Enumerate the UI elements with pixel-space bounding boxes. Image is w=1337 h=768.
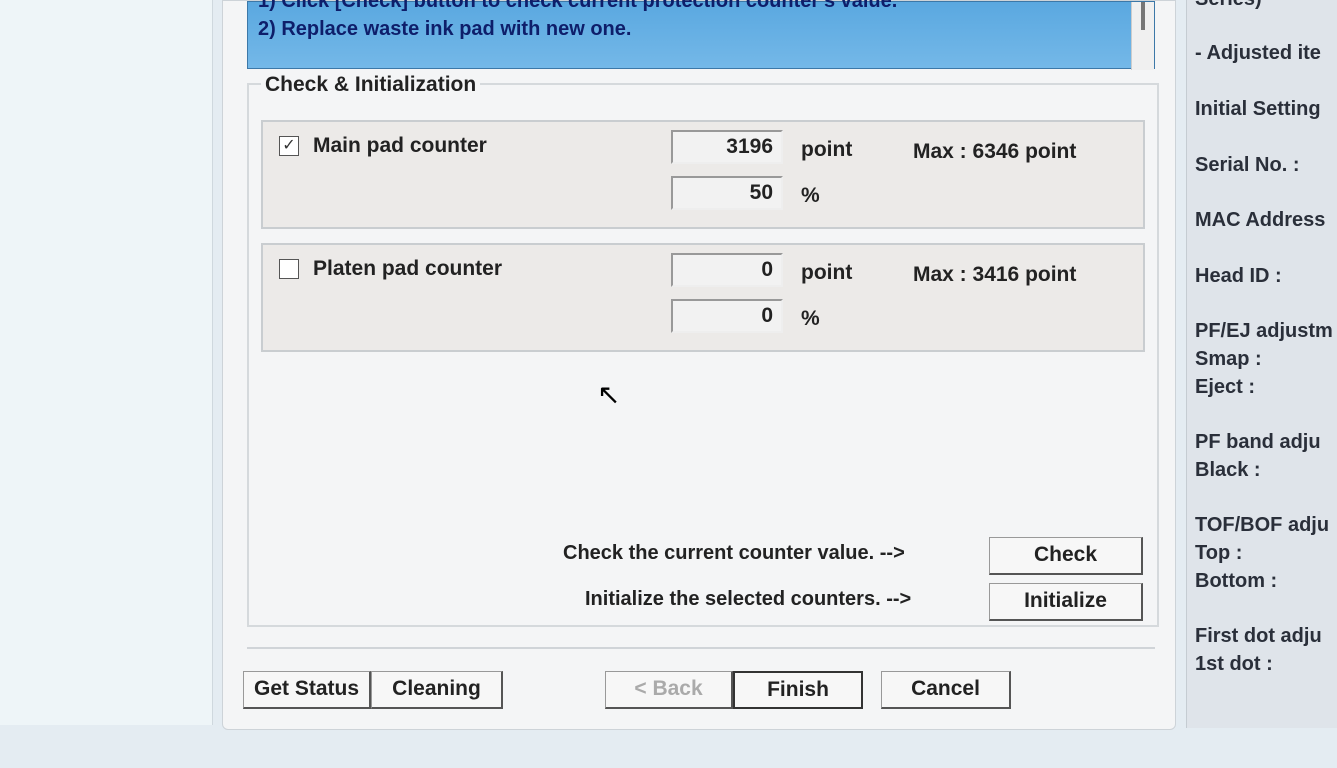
finish-button[interactable]: Finish (733, 671, 863, 709)
platen-pad-point-field: 0 (671, 253, 783, 287)
point-unit: point (801, 261, 853, 284)
check-hint: Check the current counter value. --> (563, 542, 905, 564)
info-item: PF/EJ adjustm (1195, 320, 1333, 342)
instruction-line-1: 1) Click [Check] button to check current… (258, 0, 898, 12)
initialize-button[interactable]: Initialize (989, 583, 1143, 621)
info-item: Black : (1195, 459, 1261, 481)
info-item: PF band adju (1195, 431, 1321, 453)
adjustment-dialog: 1) Click [Check] button to check current… (222, 0, 1176, 730)
back-button[interactable]: < Back (605, 671, 733, 709)
instruction-line-2: 2) Replace waste ink pad with new one. (258, 18, 632, 40)
info-item: Initial Setting (1195, 98, 1321, 120)
cancel-button[interactable]: Cancel (881, 671, 1011, 709)
group-title: Check & Initialization (261, 73, 481, 97)
main-pad-point-field: 3196 (671, 130, 783, 164)
max-value: Max : 6346 point (913, 140, 1077, 163)
info-item: TOF/BOF adju (1195, 514, 1330, 536)
info-panel: Series) - Adjusted ite Initial Setting S… (1186, 0, 1337, 728)
left-pane (0, 0, 213, 725)
percent-unit: % (801, 307, 820, 330)
initialize-hint: Initialize the selected counters. --> (585, 588, 912, 610)
instruction-banner: 1) Click [Check] button to check current… (247, 0, 1155, 70)
info-item: Head ID : (1195, 265, 1282, 287)
info-item: Serial No. : (1195, 154, 1300, 176)
info-item: First dot adju (1195, 625, 1322, 647)
platen-pad-percent-field: 0 (671, 299, 783, 333)
cleaning-button[interactable]: Cleaning (371, 671, 503, 709)
info-item: Series) (1195, 0, 1262, 11)
info-item: 1st dot : (1195, 653, 1273, 675)
info-item: MAC Address (1195, 209, 1326, 231)
get-status-button[interactable]: Get Status (243, 671, 371, 709)
max-value: Max : 3416 point (913, 263, 1077, 286)
point-unit: point (801, 138, 853, 161)
counter-label: Platen pad counter (313, 257, 503, 280)
main-pad-checkbox[interactable]: ✓ (279, 136, 299, 156)
check-button[interactable]: Check (989, 537, 1143, 575)
info-item: Bottom : (1195, 570, 1278, 592)
platen-pad-counter-row: Platen pad counter 0 point Max : 3416 po… (261, 243, 1145, 352)
info-item: Top : (1195, 542, 1243, 564)
scroll-thumb[interactable] (1141, 2, 1145, 30)
check-initialization-group: Check & Initialization ✓ Main pad counte… (247, 73, 1159, 627)
counter-label: Main pad counter (313, 134, 487, 157)
info-item: Eject : (1195, 376, 1256, 398)
main-pad-counter-row: ✓ Main pad counter 3196 point Max : 6346… (261, 120, 1145, 229)
percent-unit: % (801, 184, 820, 207)
info-item: - Adjusted ite (1195, 42, 1321, 64)
scrollbar[interactable] (1131, 2, 1154, 70)
platen-pad-checkbox[interactable] (279, 259, 299, 279)
info-item: Smap : (1195, 348, 1262, 370)
divider (247, 647, 1155, 649)
main-pad-percent-field: 50 (671, 176, 783, 210)
